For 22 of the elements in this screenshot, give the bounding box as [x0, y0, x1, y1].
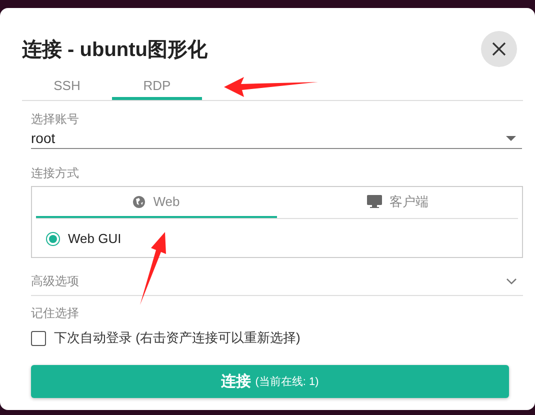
- select-value: root: [31, 130, 56, 146]
- checkbox-label: 下次自动登录 (右击资产连接可以重新选择): [54, 329, 300, 347]
- monitor-icon: [366, 195, 382, 208]
- field-label: 选择账号: [31, 112, 80, 126]
- advanced-options-toggle[interactable]: 高级选项: [31, 274, 523, 296]
- field-label: 连接方式: [31, 166, 80, 180]
- caret-icon: [506, 136, 516, 140]
- close-button[interactable]: [481, 31, 517, 67]
- dialog-title: 连接 - ubuntu图形化: [22, 38, 208, 62]
- field-label: 记住选择: [31, 306, 80, 320]
- radio-option[interactable]: Web GUI: [46, 231, 122, 246]
- protocol-tab[interactable]: RDP: [112, 74, 202, 100]
- checkbox[interactable]: [31, 330, 46, 346]
- section-label: 高级选项: [31, 274, 79, 288]
- radio-button[interactable]: [46, 232, 60, 246]
- globe-icon: [133, 196, 146, 208]
- connect-button[interactable]: 连接 (当前在线: 1): [31, 365, 509, 398]
- protocol-tab[interactable]: SSH: [22, 74, 112, 100]
- method-tab[interactable]: Web: [36, 187, 277, 218]
- method-tab[interactable]: 客户端: [277, 187, 518, 218]
- close-icon: [491, 41, 507, 57]
- account-select[interactable]: root: [31, 128, 522, 149]
